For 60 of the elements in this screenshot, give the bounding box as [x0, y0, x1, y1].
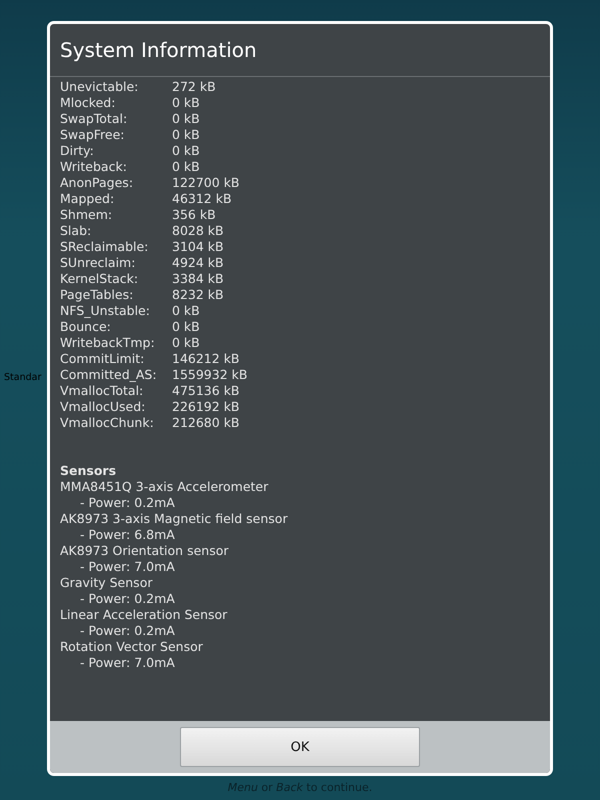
- memory-label: Slab:: [60, 223, 92, 239]
- memory-label: SwapTotal:: [60, 111, 128, 127]
- sensor-power: - Power: 0.2mA: [79, 623, 175, 639]
- memory-value: 212680 kB: [172, 415, 240, 431]
- sensor-power: - Power: 7.0mA: [79, 559, 175, 575]
- memory-label: WritebackTmp:: [60, 335, 156, 351]
- memory-label: KernelStack:: [60, 271, 140, 287]
- memory-value: 1559932 kB: [172, 367, 248, 383]
- memory-value: 0 kB: [172, 143, 200, 159]
- memory-value: 0 kB: [172, 111, 200, 127]
- memory-label: SUnreclaim:: [60, 255, 136, 271]
- memory-label: VmallocChunk:: [60, 415, 155, 431]
- memory-label: PageTables:: [60, 287, 134, 303]
- memory-label: Dirty:: [60, 143, 95, 159]
- memory-value: 272 kB: [172, 79, 216, 95]
- memory-value: 0 kB: [172, 303, 200, 319]
- memory-label: AnonPages:: [60, 175, 134, 191]
- memory-value: 226192 kB: [172, 399, 240, 415]
- memory-value: 0 kB: [172, 319, 200, 335]
- sensor-power: - Power: 0.2mA: [79, 495, 175, 511]
- sensor-power: - Power: 0.2mA: [79, 591, 175, 607]
- section-heading: Sensors: [60, 463, 116, 479]
- sensor-name: AK8973 3-axis Magnetic field sensor: [60, 511, 288, 527]
- sensor-name: AK8973 Orientation sensor: [60, 543, 228, 559]
- memory-label: Committed_AS:: [60, 367, 158, 383]
- memory-value: 475136 kB: [172, 383, 240, 399]
- memory-label: Writeback:: [60, 159, 128, 175]
- memory-label: SReclaimable:: [60, 239, 150, 255]
- memory-label: VmallocUsed:: [60, 399, 146, 415]
- memory-value: 4924 kB: [172, 255, 224, 271]
- sensor-name: Linear Acceleration Sensor: [60, 607, 228, 623]
- memory-value: 0 kB: [172, 127, 200, 143]
- sensor-power: - Power: 6.8mA: [79, 527, 175, 543]
- memory-label: NFS_Unstable:: [60, 303, 151, 319]
- memory-label: Unevictable:: [60, 79, 140, 95]
- sensor-name: MMA8451Q 3-axis Accelerometer: [60, 479, 268, 495]
- sensor-power: - Power: 7.0mA: [79, 655, 175, 671]
- memory-value: 0 kB: [172, 335, 200, 351]
- memory-label: Bounce:: [60, 319, 112, 335]
- memory-value: 0 kB: [172, 95, 200, 111]
- memory-value: 3384 kB: [172, 271, 224, 287]
- memory-label: Shmem:: [60, 207, 114, 223]
- memory-label: Mlocked:: [60, 95, 116, 111]
- sensor-name: Gravity Sensor: [60, 575, 152, 591]
- memory-label: Mapped:: [60, 191, 116, 207]
- memory-value: 122700 kB: [172, 175, 240, 191]
- memory-value: 46312 kB: [172, 191, 232, 207]
- background-label: Standar: [4, 372, 42, 383]
- memory-value: 146212 kB: [172, 351, 240, 367]
- memory-label: SwapFree:: [60, 127, 126, 143]
- memory-value: 0 kB: [172, 159, 200, 175]
- dialog-title: System Information: [50, 24, 550, 77]
- memory-value: 8028 kB: [172, 223, 224, 239]
- memory-value: 8232 kB: [172, 287, 224, 303]
- memory-value: 3104 kB: [172, 239, 224, 255]
- memory-label: VmallocTotal:: [60, 383, 144, 399]
- memory-label: CommitLimit:: [60, 351, 146, 367]
- ok-button[interactable]: OK: [180, 727, 420, 767]
- memory-value: 356 kB: [172, 207, 216, 223]
- sensor-name: Rotation Vector Sensor: [60, 639, 203, 655]
